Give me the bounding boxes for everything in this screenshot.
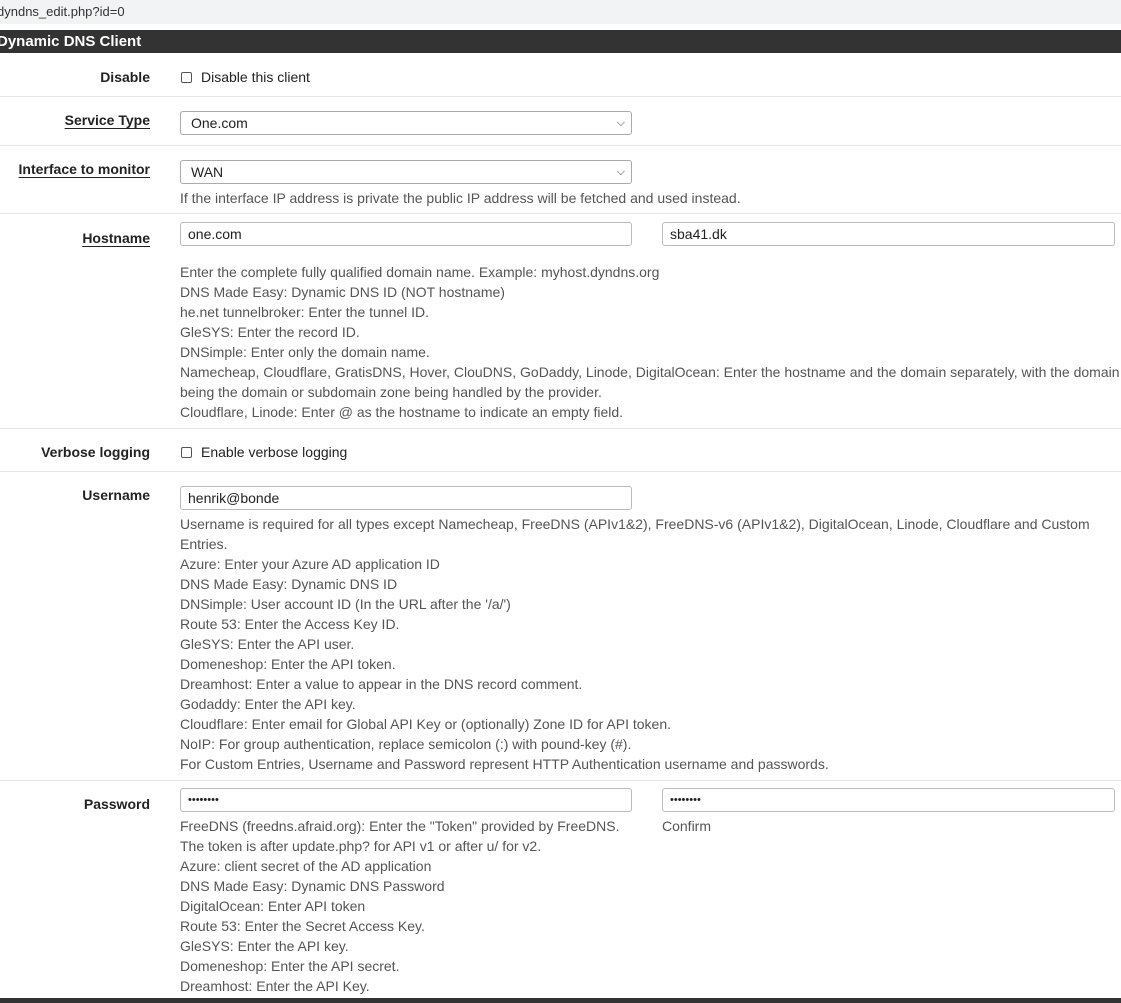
help-line: DNS Made Easy: Dynamic DNS ID (NOT hostn… — [180, 284, 505, 300]
password-input[interactable]: •••••••• — [180, 788, 632, 812]
url-text: dyndns_edit.php?id=0 — [0, 4, 125, 19]
hostname-help: Enter the complete fully qualified domai… — [180, 262, 1120, 422]
help-line: Cloudflare, Linode: Enter @ as the hostn… — [180, 404, 624, 420]
help-line: Domeneshop: Enter the API secret. — [180, 958, 400, 974]
help-line: DNS Made Easy: Dynamic DNS Password — [180, 878, 445, 894]
help-line: GleSYS: Enter the API user. — [180, 636, 355, 652]
interface-label[interactable]: Interface to monitor — [19, 161, 150, 177]
help-line: FreeDNS (freedns.afraid.org): Enter the … — [180, 818, 620, 834]
interface-help: If the interface IP address is private t… — [180, 190, 741, 206]
verbose-checkbox[interactable] — [181, 447, 192, 458]
service-type-select[interactable]: One.com ⌵ — [180, 111, 632, 135]
verbose-row: Verbose logging Enable verbose logging — [0, 429, 1121, 472]
help-line: GleSYS: Enter the API key. — [180, 938, 349, 954]
domain-input[interactable]: sba41.dk — [662, 222, 1115, 246]
help-line: Azure: client secret of the AD applicati… — [180, 858, 432, 874]
help-line: being the domain or subdomain zone being… — [180, 384, 602, 400]
help-line: Domeneshop: Enter the API token. — [180, 656, 396, 672]
username-input[interactable]: henrik@bonde — [180, 486, 632, 510]
hostname-row: Hostname one.com sba41.dk Enter the comp… — [0, 214, 1121, 429]
help-line: Entries. — [180, 536, 228, 552]
verbose-label: Verbose logging — [41, 444, 150, 460]
help-line: Azure: Enter your Azure AD application I… — [180, 556, 440, 572]
disable-checkbox[interactable] — [181, 72, 192, 83]
help-line: GleSYS: Enter the record ID. — [180, 324, 360, 340]
help-line: DigitalOcean: Enter API token — [180, 898, 366, 914]
disable-checkbox-label[interactable]: Disable this client — [201, 69, 310, 85]
help-line: Route 53: Enter the Access Key ID. — [180, 616, 400, 632]
hostname-input[interactable]: one.com — [180, 222, 632, 246]
help-line: Dreamhost: Enter the API Key. — [180, 978, 370, 994]
password-confirm-label: Confirm — [662, 818, 712, 834]
hostname-label[interactable]: Hostname — [82, 230, 150, 246]
panel-heading: Dynamic DNS Client — [0, 30, 1121, 53]
username-label: Username — [82, 487, 150, 503]
interface-value: WAN — [191, 164, 224, 180]
bottom-bar — [0, 998, 1121, 1003]
chevron-down-icon: ⌵ — [616, 117, 625, 129]
disable-row: Disable Disable this client — [0, 54, 1121, 97]
panel-title: Dynamic DNS Client — [0, 33, 142, 50]
help-line: Enter the complete fully qualified domai… — [180, 264, 660, 280]
help-line: Godaddy: Enter the API key. — [180, 696, 356, 712]
service-type-row: Service Type One.com ⌵ — [0, 97, 1121, 146]
interface-row: Interface to monitor WAN ⌵ If the interf… — [0, 146, 1121, 214]
verbose-checkbox-label[interactable]: Enable verbose logging — [201, 444, 347, 460]
help-line: he.net tunnelbroker: Enter the tunnel ID… — [180, 304, 430, 320]
help-line: DNS Made Easy: Dynamic DNS ID — [180, 576, 398, 592]
password-confirm-input[interactable]: •••••••• — [662, 788, 1115, 812]
chevron-down-icon: ⌵ — [616, 166, 625, 178]
help-line: DNSimple: User account ID (In the URL af… — [180, 596, 511, 612]
disable-label: Disable — [100, 69, 150, 85]
password-row: Password •••••••• •••••••• Confirm FreeD… — [0, 781, 1121, 997]
help-line: The token is after update.php? for API v… — [180, 838, 542, 854]
service-type-value: One.com — [191, 115, 248, 131]
help-line: Username is required for all types excep… — [180, 516, 1090, 532]
username-row: Username henrik@bonde Username is requir… — [0, 472, 1121, 781]
url-bar[interactable]: dyndns_edit.php?id=0 — [0, 0, 1121, 24]
interface-select[interactable]: WAN ⌵ — [180, 160, 632, 184]
help-line: Route 53: Enter the Secret Access Key. — [180, 918, 425, 934]
help-line: NoIP: For group authentication, replace … — [180, 736, 632, 752]
help-line: Dreamhost: Enter a value to appear in th… — [180, 676, 583, 692]
help-line: DNSimple: Enter only the domain name. — [180, 344, 430, 360]
help-line: Namecheap, Cloudflare, GratisDNS, Hover,… — [180, 364, 1120, 380]
username-help: Username is required for all types excep… — [180, 514, 1090, 774]
password-label: Password — [83, 796, 150, 812]
service-type-label[interactable]: Service Type — [65, 112, 150, 128]
help-line: Cloudflare: Enter email for Global API K… — [180, 716, 672, 732]
help-line: For Custom Entries, Username and Passwor… — [180, 756, 829, 772]
password-help: FreeDNS (freedns.afraid.org): Enter the … — [180, 816, 619, 996]
